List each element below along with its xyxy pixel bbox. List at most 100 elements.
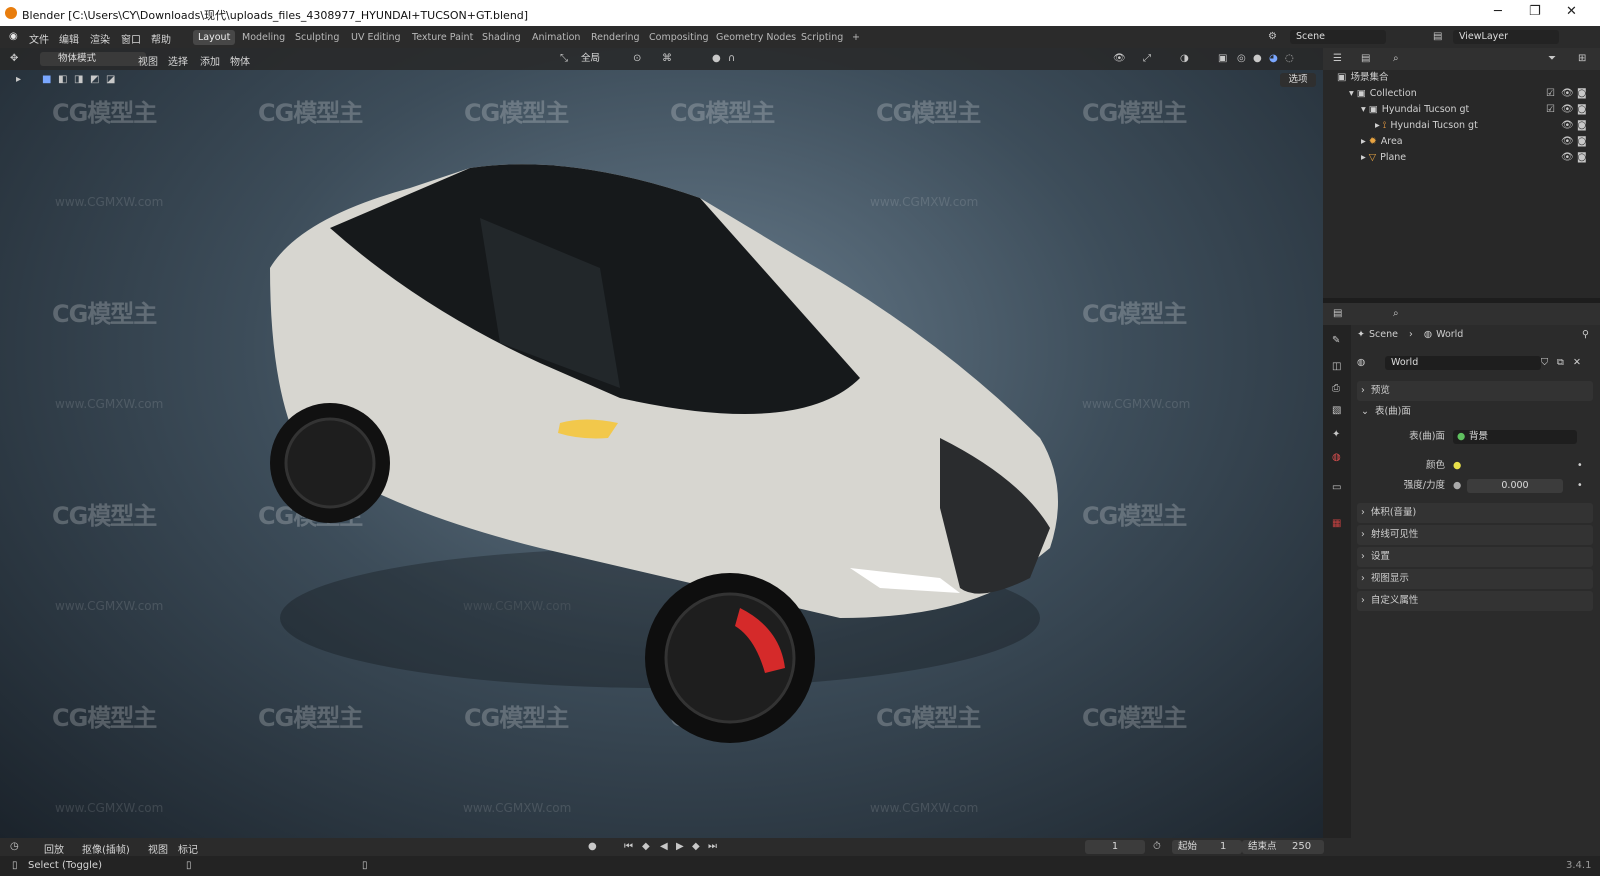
output-tab-icon[interactable]: ⎙	[1332, 383, 1340, 394]
timeline-menu-view[interactable]: 视图	[148, 841, 168, 856]
tab-shading[interactable]: Shading	[477, 30, 526, 45]
minimize-icon[interactable]: ─	[1494, 4, 1502, 19]
select-new-icon[interactable]: ■	[42, 74, 51, 85]
menu-help[interactable]: 帮助	[151, 31, 171, 46]
tab-uv-editing[interactable]: UV Editing	[346, 30, 406, 45]
snap-icon[interactable]: ⌘	[662, 53, 672, 64]
eye-icon[interactable]: 👁	[1561, 88, 1574, 99]
gizmo-icon[interactable]: ⤢	[1143, 53, 1151, 64]
add-workspace-icon[interactable]: +	[847, 30, 865, 45]
tab-geometry-nodes[interactable]: Geometry Nodes	[711, 30, 801, 45]
3d-viewport[interactable]: ✥ 物体模式 视图 选择 添加 物体 ⤡ 全局 ⊙ ⌘ ● ∩ 👁 ⤢ ◑ ▣ …	[0, 48, 1323, 838]
checkbox-icon[interactable]: ☑	[1546, 88, 1555, 99]
current-frame-field[interactable]: 1	[1085, 840, 1145, 854]
outliner-row[interactable]: ▾ ▣ Collection	[1323, 86, 1600, 102]
material-shading-icon[interactable]: ◕	[1269, 53, 1278, 64]
properties-editor-icon[interactable]: ▤	[1333, 308, 1342, 319]
outliner-row[interactable]: ▸ ▽ Plane	[1323, 150, 1600, 166]
vp-menu-view[interactable]: 视图	[138, 53, 158, 68]
outliner-editor-icon[interactable]: ☰	[1333, 53, 1342, 64]
chevron-down-icon[interactable]: ▾	[1349, 88, 1354, 99]
select-extend-icon[interactable]: ◧	[58, 74, 67, 85]
jump-end-icon[interactable]: ⏭	[708, 841, 717, 852]
auto-keying-icon[interactable]: ●	[588, 841, 597, 852]
eye-icon[interactable]: 👁	[1561, 152, 1574, 163]
timeline-editor-icon[interactable]: ◷	[10, 841, 19, 852]
view-layer-tab-icon[interactable]: ▧	[1332, 405, 1341, 416]
select-subtract-icon[interactable]: ◨	[74, 74, 83, 85]
tab-animation[interactable]: Animation	[527, 30, 585, 45]
vp-menu-object[interactable]: 物体	[230, 53, 250, 68]
select-invert-icon[interactable]: ◩	[90, 74, 99, 85]
tab-scripting[interactable]: Scripting	[796, 30, 848, 45]
camera-icon[interactable]: ◙	[1577, 152, 1587, 163]
render-tab-icon[interactable]: ◫	[1332, 361, 1341, 372]
menu-render[interactable]: 渲染	[90, 31, 110, 46]
new-collection-icon[interactable]: ⊞	[1578, 53, 1586, 64]
close-icon[interactable]: ✕	[1566, 4, 1577, 19]
panel-ray-visibility[interactable]: › 射线可见性	[1357, 525, 1593, 545]
eye-icon[interactable]: 👁	[1561, 104, 1574, 115]
search-icon[interactable]: ⌕	[1393, 308, 1399, 319]
end-frame-value[interactable]: 250	[1292, 841, 1311, 852]
world-name-field[interactable]: World	[1385, 356, 1541, 370]
options-dropdown[interactable]: 选项	[1280, 73, 1316, 87]
eye-icon[interactable]: 👁	[1561, 120, 1574, 131]
keyframe-dot-icon[interactable]: •	[1577, 456, 1583, 476]
filter-icon[interactable]: ⏷	[1548, 53, 1556, 64]
tool-tab-icon[interactable]: ✎	[1332, 335, 1340, 346]
wireframe-shading-icon[interactable]: ◎	[1237, 53, 1246, 64]
blender-menu-icon[interactable]: ◉	[9, 31, 18, 42]
mode-dropdown[interactable]: 物体模式	[40, 52, 146, 66]
tab-layout[interactable]: Layout	[193, 30, 236, 45]
timeline-menu-marker[interactable]: 标记	[178, 841, 198, 856]
overlay-icon[interactable]: ◑	[1180, 53, 1189, 64]
play-icon[interactable]: ▶	[676, 841, 684, 852]
play-reverse-icon[interactable]: ◀	[660, 841, 668, 852]
duplicate-icon[interactable]: ⧉	[1557, 353, 1564, 373]
outliner-row[interactable]: ▾ ▣ Hyundai Tucson gt	[1323, 102, 1600, 118]
chevron-right-icon[interactable]: ▸	[1361, 152, 1366, 163]
panel-viewport-display[interactable]: › 视图显示	[1357, 569, 1593, 589]
collection-tab-icon[interactable]: ▭	[1332, 482, 1341, 493]
unlink-icon[interactable]: ✕	[1573, 353, 1581, 373]
select-intersect-icon[interactable]: ◪	[106, 74, 115, 85]
panel-custom-properties[interactable]: › 自定义属性	[1357, 591, 1593, 611]
menu-edit[interactable]: 编辑	[59, 31, 79, 46]
panel-preview[interactable]: › 预览	[1357, 381, 1593, 401]
display-mode-icon[interactable]: ▤	[1361, 53, 1370, 64]
camera-icon[interactable]: ◙	[1577, 136, 1587, 147]
viewlayer-selector[interactable]: ViewLayer	[1453, 30, 1559, 44]
chevron-right-icon[interactable]: ▸	[1361, 136, 1366, 147]
checkbox-icon[interactable]: ☑	[1546, 104, 1555, 115]
search-icon[interactable]: ⌕	[1393, 53, 1399, 64]
tab-rendering[interactable]: Rendering	[586, 30, 645, 45]
solid-shading-icon[interactable]: ●	[1253, 53, 1262, 64]
camera-icon[interactable]: ◙	[1577, 120, 1587, 131]
timeline-menu-playback[interactable]: 回放	[44, 841, 64, 856]
vp-menu-select[interactable]: 选择	[168, 53, 188, 68]
pivot-icon[interactable]: ⊙	[633, 53, 641, 64]
timeline-menu-keying[interactable]: 抠像(插帧)	[82, 841, 130, 856]
vp-menu-add[interactable]: 添加	[200, 53, 220, 68]
panel-volume[interactable]: › 体积(音量)	[1357, 503, 1593, 523]
tab-modeling[interactable]: Modeling	[237, 30, 290, 45]
editor-type-icon[interactable]: ✥	[10, 53, 18, 64]
world-tab-icon[interactable]: ◍	[1332, 452, 1341, 463]
color-socket-icon[interactable]: ●	[1453, 456, 1461, 476]
menu-window[interactable]: 窗口	[121, 31, 141, 46]
stopwatch-icon[interactable]: ⏱	[1153, 841, 1161, 852]
menu-file[interactable]: 文件	[29, 31, 49, 46]
tab-texture-paint[interactable]: Texture Paint	[407, 30, 478, 45]
rendered-shading-icon[interactable]: ◌	[1285, 53, 1294, 64]
keyframe-dot-icon[interactable]: •	[1577, 476, 1583, 496]
jump-start-icon[interactable]: ⏮	[624, 841, 633, 852]
tab-sculpting[interactable]: Sculpting	[290, 30, 344, 45]
panel-surface[interactable]: ⌄ 表(曲)面	[1357, 402, 1593, 422]
outliner-row[interactable]: ▸ ✹ Area	[1323, 134, 1600, 150]
tab-compositing[interactable]: Compositing	[644, 30, 714, 45]
jump-keyframe-forward-icon[interactable]: ◆	[692, 841, 700, 852]
outliner-row[interactable]: ▸ ⟟ Hyundai Tucson gt	[1323, 118, 1600, 134]
proportional-edit-icon[interactable]: ●	[712, 53, 721, 64]
jump-keyframe-back-icon[interactable]: ◆	[642, 841, 650, 852]
